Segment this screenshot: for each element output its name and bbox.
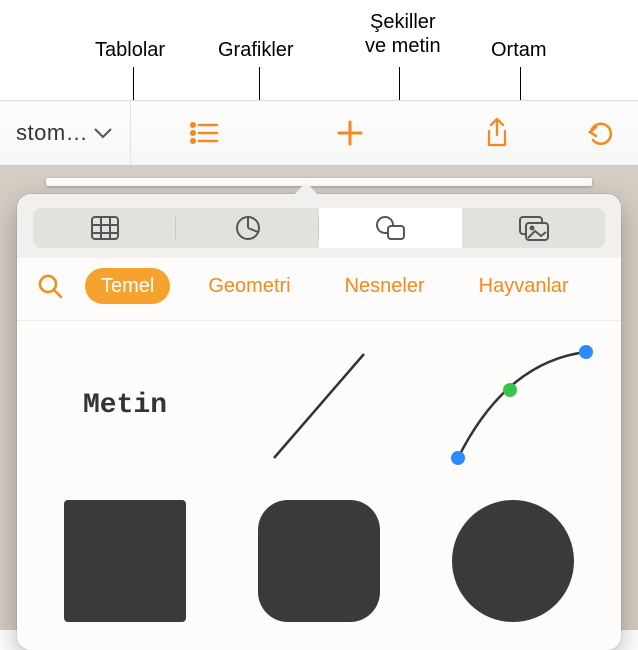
segment-tables[interactable] xyxy=(33,208,176,248)
page-edge xyxy=(46,178,592,186)
segment-shapes[interactable] xyxy=(319,208,462,248)
shape-line[interactable] xyxy=(235,333,403,477)
segment-media[interactable] xyxy=(462,208,605,248)
outline-button[interactable] xyxy=(164,121,244,145)
shape-circle[interactable] xyxy=(429,489,597,633)
main-toolbar: stom… xyxy=(0,100,638,166)
shapes-grid: Metin xyxy=(17,321,621,645)
insert-button[interactable] xyxy=(310,118,390,148)
callout-shapes-text: Şekiller ve metin xyxy=(365,10,441,58)
toolbar-title-group[interactable]: stom… xyxy=(8,101,131,165)
text-shape-label: Metin xyxy=(83,390,167,421)
category-objects[interactable]: Nesneler xyxy=(329,268,441,304)
document-title: stom… xyxy=(8,120,86,146)
rounded-square-icon xyxy=(258,500,380,622)
undo-button[interactable] xyxy=(570,101,630,165)
shape-curve-path[interactable] xyxy=(429,333,597,477)
chevron-down-icon[interactable] xyxy=(86,117,120,149)
shape-rounded-square[interactable] xyxy=(235,489,403,633)
callout-charts: Grafikler xyxy=(218,38,294,62)
search-icon[interactable] xyxy=(37,273,63,299)
share-button[interactable] xyxy=(457,117,537,149)
insert-popover: Temel Geometri Nesneler Hayvanlar Metin xyxy=(17,194,621,650)
callout-labels: Tablolar Grafikler Şekiller ve metin Ort… xyxy=(0,0,638,100)
category-animals[interactable]: Hayvanlar xyxy=(463,268,585,304)
shape-category-row: Temel Geometri Nesneler Hayvanlar xyxy=(17,258,621,321)
category-geometry[interactable]: Geometri xyxy=(192,268,306,304)
shape-text[interactable]: Metin xyxy=(41,333,209,477)
shape-square[interactable] xyxy=(41,489,209,633)
circle-icon xyxy=(452,500,574,622)
callout-media: Ortam xyxy=(491,38,547,62)
square-icon xyxy=(64,500,186,622)
app-window: stom… xyxy=(0,100,638,630)
insert-type-segmented xyxy=(17,194,621,258)
callout-tables: Tablolar xyxy=(95,38,165,62)
segment-charts[interactable] xyxy=(176,208,319,248)
document-canvas: Temel Geometri Nesneler Hayvanlar Metin xyxy=(0,166,638,630)
category-basic[interactable]: Temel xyxy=(85,268,170,304)
